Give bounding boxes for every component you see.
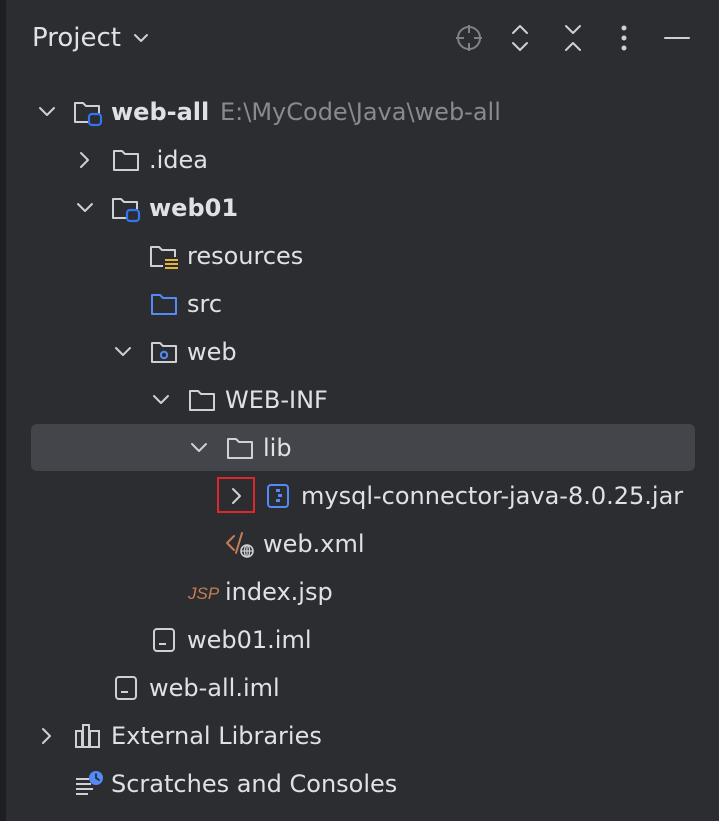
module-folder-icon	[74, 88, 103, 136]
tree-item-label: Scratches and Consoles	[111, 770, 398, 798]
chevron-down-icon[interactable]	[187, 424, 211, 472]
project-title: Project	[32, 23, 121, 53]
resources-folder-icon	[150, 232, 179, 280]
tree-item-web01[interactable]: web01	[0, 184, 719, 232]
chevron-right-icon[interactable]	[73, 136, 97, 184]
tree-item-web-all[interactable]: web-all E:\MyCode\Java\web-all	[0, 88, 719, 136]
tree-item-label: resources	[187, 242, 304, 270]
chevron-down-icon[interactable]	[149, 376, 173, 424]
chevron-down-icon[interactable]	[35, 88, 59, 136]
expand-all-icon[interactable]	[502, 20, 538, 56]
locate-icon[interactable]	[451, 20, 487, 56]
svg-text:JSP: JSP	[187, 584, 220, 603]
tree-item-web-inf[interactable]: WEB-INF	[0, 376, 719, 424]
folder-icon	[226, 424, 254, 472]
collapse-all-icon[interactable]	[555, 20, 591, 56]
tree-item-label-text: idea	[156, 146, 209, 174]
tree-item-label: mysql-connector-java-8.0.25.jar	[301, 482, 684, 510]
tree-item-web-xml[interactable]: web.xml	[0, 520, 719, 568]
source-folder-icon	[150, 280, 178, 328]
project-view-selector[interactable]: Project	[32, 21, 149, 55]
tree-item-label: External Libraries	[111, 722, 322, 750]
tree-item-web-all-iml[interactable]: web-all.iml	[0, 664, 719, 712]
tree-item-resources[interactable]: resources	[0, 232, 719, 280]
jsp-file-icon: JSP	[187, 568, 220, 616]
tree-item-jar[interactable]: mysql-connector-java-8.0.25.jar	[0, 472, 719, 520]
tree-item-label: src	[187, 290, 223, 318]
project-path-hint: E:\MyCode\Java\web-all	[220, 98, 501, 126]
chevron-down-icon[interactable]	[111, 328, 135, 376]
tree-item-scratches[interactable]: Scratches and Consoles	[0, 760, 719, 808]
scratches-icon	[74, 760, 103, 808]
tree-item-label: web	[187, 338, 237, 366]
tree-item-lib[interactable]: lib	[0, 424, 719, 472]
tree-item-label: web01.iml	[187, 626, 312, 654]
tree-item-label: web-all.iml	[149, 674, 280, 702]
tree-item-label: WEB-INF	[225, 386, 328, 414]
folder-icon	[112, 136, 140, 184]
hide-icon[interactable]	[659, 20, 695, 56]
iml-file-icon	[150, 616, 178, 664]
tree-item-label: web01	[149, 194, 239, 222]
tree-item-idea[interactable]: . idea	[0, 136, 719, 184]
jar-archive-icon	[264, 472, 292, 520]
tree-item-label: . idea	[149, 146, 209, 174]
chevron-down-icon	[133, 33, 149, 43]
project-tool-window: Project web-all E:\MyCode\Java\web-all .…	[0, 0, 719, 821]
chevron-right-icon[interactable]	[35, 712, 59, 760]
tree-item-label: web.xml	[263, 530, 365, 558]
tree-item-web01-iml[interactable]: web01.iml	[0, 616, 719, 664]
iml-file-icon	[112, 664, 140, 712]
tree-item-external-libraries[interactable]: External Libraries	[0, 712, 719, 760]
tree-item-web[interactable]: web	[0, 328, 719, 376]
tree-item-src[interactable]: src	[0, 280, 719, 328]
tree-item-label: web-all	[111, 98, 210, 126]
folder-icon	[188, 376, 216, 424]
more-options-icon[interactable]	[606, 20, 642, 56]
chevron-down-icon[interactable]	[73, 184, 97, 232]
tree-item-index-jsp[interactable]: JSP index.jsp	[0, 568, 719, 616]
project-header: Project	[0, 0, 719, 76]
tree-item-label: index.jsp	[225, 578, 333, 606]
chevron-right-icon[interactable]	[225, 472, 249, 520]
library-icon	[74, 712, 102, 760]
module-folder-icon	[112, 184, 141, 232]
web-folder-icon	[150, 328, 178, 376]
tree-item-label: lib	[263, 434, 292, 462]
xml-file-icon	[226, 520, 254, 568]
